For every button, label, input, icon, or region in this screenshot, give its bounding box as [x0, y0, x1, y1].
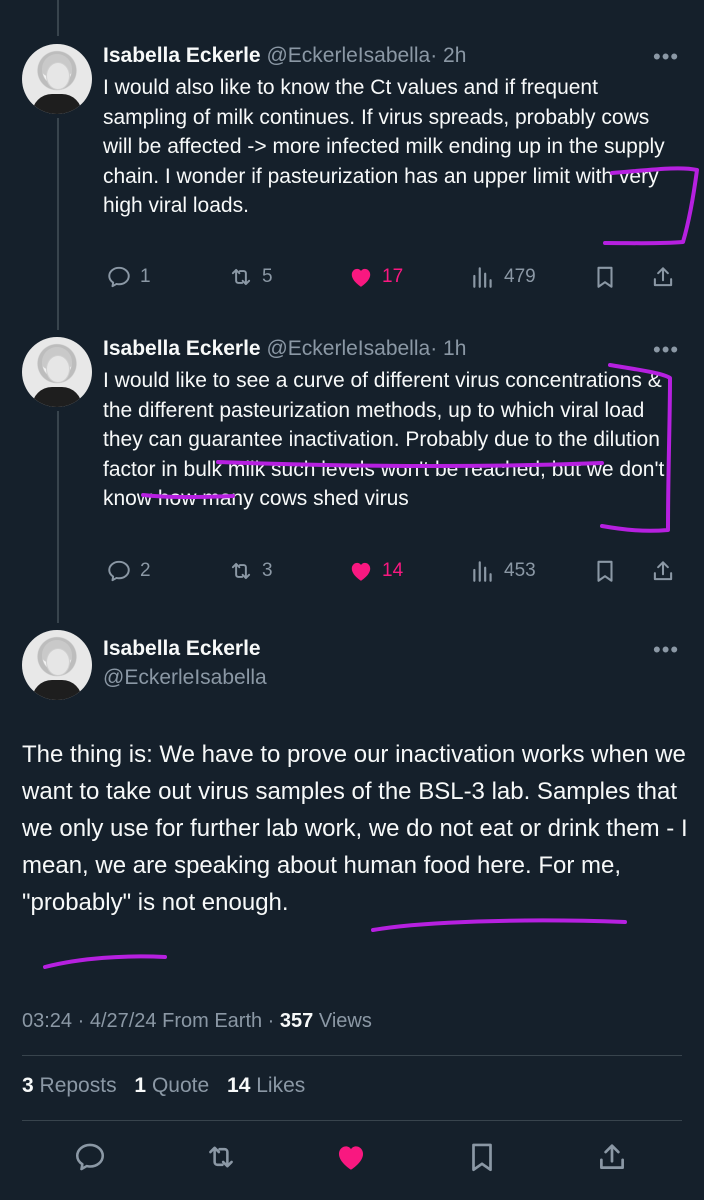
reply-button[interactable]: 1 [106, 264, 151, 290]
main-tweet-actions [0, 1140, 704, 1176]
tweet-text: The thing is: We have to prove our inact… [22, 741, 688, 916]
engagement-stats: 3 Reposts 1 Quote 14 Likes [22, 1074, 305, 1098]
author-name[interactable]: Isabella Eckerle [103, 637, 261, 661]
reply-button[interactable] [73, 1140, 107, 1179]
bookmark-button[interactable] [592, 264, 618, 290]
repost-button[interactable] [204, 1140, 238, 1179]
bookmark-button[interactable] [465, 1140, 499, 1179]
tweet-timestamp: 03:24 · 4/27/24 From Earth · 357 Views [22, 1010, 372, 1033]
views-button[interactable]: 479 [470, 264, 536, 290]
reply-count: 2 [140, 560, 151, 581]
more-options-icon[interactable]: ••• [653, 637, 679, 663]
share-icon [650, 558, 676, 584]
reply-count: 1 [140, 266, 151, 287]
author-name[interactable]: Isabella Eckerle [103, 44, 261, 67]
share-button[interactable] [595, 1140, 629, 1179]
bookmark-icon [592, 264, 618, 290]
thread-line-top [57, 0, 59, 36]
reply-icon [106, 264, 132, 290]
heart-icon [348, 264, 374, 290]
heart-icon [348, 558, 374, 584]
repost-icon [204, 1140, 238, 1174]
repost-button[interactable]: 5 [228, 264, 273, 290]
like-button[interactable]: 14 [348, 558, 403, 584]
tweet-header: Isabella Eckerle @EckerleIsabella· 1h [103, 337, 466, 361]
quotes-stat[interactable]: 1 Quote [134, 1074, 209, 1097]
author-handle[interactable]: @EckerleIsabella [103, 666, 267, 690]
more-options-icon[interactable]: ••• [653, 44, 679, 70]
reply-icon [73, 1140, 107, 1174]
tweet-actions: 1 5 17 479 [0, 264, 704, 296]
tweet-header: Isabella Eckerle @EckerleIsabella· 2h [103, 44, 466, 68]
repost-count: 3 [262, 560, 273, 581]
views-count: 357 [279, 1010, 314, 1032]
like-button[interactable]: 17 [348, 264, 403, 290]
views-count: 479 [504, 266, 536, 287]
author-handle[interactable]: @EckerleIsabella [266, 44, 430, 67]
reply-button[interactable]: 2 [106, 558, 151, 584]
author-name[interactable]: Isabella Eckerle [103, 337, 261, 360]
repost-icon [228, 558, 254, 584]
tweet-text: I would like to see a curve of different… [103, 369, 665, 510]
avatar[interactable] [22, 630, 92, 700]
share-button[interactable] [650, 558, 676, 584]
tweet-time[interactable]: · 1h [430, 337, 466, 360]
views-count: 453 [504, 560, 536, 581]
underline-annotation-2 [43, 954, 167, 969]
share-icon [595, 1140, 629, 1174]
views-icon [470, 558, 496, 584]
repost-button[interactable]: 3 [228, 558, 273, 584]
tweet-actions: 2 3 14 453 [0, 558, 704, 590]
divider [22, 1120, 682, 1121]
avatar[interactable] [22, 337, 92, 407]
more-options-icon[interactable]: ••• [653, 337, 679, 363]
thread-line-1 [57, 118, 59, 330]
underline-annotation-1 [371, 918, 627, 932]
views-button[interactable]: 453 [470, 558, 536, 584]
bookmark-button[interactable] [592, 558, 618, 584]
bookmark-icon [592, 558, 618, 584]
divider [22, 1055, 682, 1056]
repost-count: 5 [262, 266, 273, 287]
timestamp-text: 03:24 · 4/27/24 From Earth · [22, 1010, 275, 1032]
heart-icon [334, 1140, 368, 1174]
tweet-time[interactable]: · 2h [430, 44, 466, 67]
author-handle[interactable]: @EckerleIsabella [266, 337, 430, 360]
bookmark-icon [465, 1140, 499, 1174]
likes-stat[interactable]: 14 Likes [227, 1074, 305, 1097]
like-count: 14 [382, 560, 404, 581]
avatar[interactable] [22, 44, 92, 114]
like-button[interactable] [334, 1140, 368, 1179]
like-count: 17 [382, 266, 404, 287]
views-icon [470, 264, 496, 290]
reposts-stat[interactable]: 3 Reposts [22, 1074, 117, 1097]
share-button[interactable] [650, 264, 676, 290]
thread-line-2 [57, 411, 59, 623]
tweet-text: I would also like to know the Ct values … [103, 76, 665, 217]
repost-icon [228, 264, 254, 290]
reply-icon [106, 558, 132, 584]
share-icon [650, 264, 676, 290]
views-label: Views [318, 1010, 372, 1032]
